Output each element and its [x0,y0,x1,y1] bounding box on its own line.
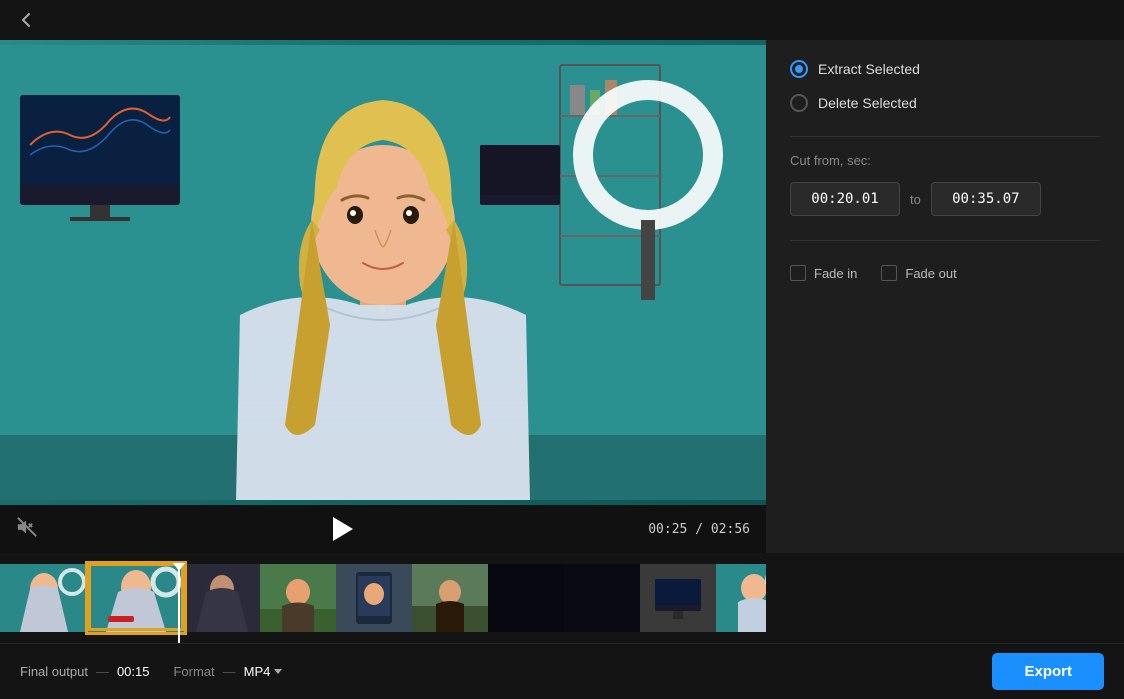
delete-selected-option[interactable]: Delete Selected [790,94,1100,112]
frame-3[interactable] [184,564,260,632]
frame-9[interactable] [640,564,716,632]
fade-in-label: Fade in [814,266,857,281]
fade-out-label: Fade out [905,266,956,281]
format-arrow-icon [274,669,282,674]
final-output-info: Final output — 00:15 Format — MP4 [20,664,282,679]
format-label: Format [173,664,214,679]
format-dash: — [223,664,236,679]
frame-10[interactable] [716,564,766,632]
cut-from-label: Cut from, sec: [790,153,1100,168]
extract-selected-label: Extract Selected [818,61,920,77]
bottom-bar: Final output — 00:15 Format — MP4 Export [0,643,1124,699]
timeline-track [0,563,766,633]
format-select[interactable]: MP4 [244,664,283,679]
option-group: Extract Selected Delete Selected [790,60,1100,137]
video-player [0,40,766,505]
video-controls: 00:25 / 02:56 [0,505,766,553]
mute-button[interactable] [16,516,38,543]
time-start-input[interactable]: 00:20.01 [790,182,900,216]
frame-6[interactable] [412,564,488,632]
time-inputs: 00:20.01 to 00:35.07 [790,182,1100,216]
output-duration: 00:15 [117,664,150,679]
cut-section: Cut from, sec: 00:20.01 to 00:35.07 [790,153,1100,241]
fade-out-checkbox[interactable] [881,265,897,281]
play-button[interactable] [50,517,636,541]
play-icon [333,517,353,541]
fade-out-option[interactable]: Fade out [881,265,956,281]
time-display: 00:25 / 02:56 [648,522,750,537]
playhead [178,563,180,643]
timeline-right-spacer [766,553,1124,643]
video-thumbnail [0,40,766,505]
playhead-triangle [173,563,185,571]
app-container: 00:25 / 02:56 Extract Selected Delete Se… [0,0,1124,699]
delete-radio[interactable] [790,94,808,112]
fade-section: Fade in Fade out [790,257,1100,281]
frame-5[interactable] [336,564,412,632]
timeline-row [0,553,1124,643]
format-value: MP4 [244,664,271,679]
frame-7[interactable] [488,564,564,632]
timeline-area[interactable] [0,553,766,643]
main-content: 00:25 / 02:56 Extract Selected Delete Se… [0,40,1124,553]
fade-in-checkbox[interactable] [790,265,806,281]
frame-1[interactable] [0,564,88,632]
right-panel: Extract Selected Delete Selected Cut fro… [766,40,1124,553]
final-output-label: Final output [20,664,88,679]
delete-selected-label: Delete Selected [818,95,917,111]
extract-selected-option[interactable]: Extract Selected [790,60,1100,78]
frame-4[interactable] [260,564,336,632]
fade-in-option[interactable]: Fade in [790,265,857,281]
to-label: to [910,192,921,207]
top-bar [0,0,1124,40]
extract-radio[interactable] [790,60,808,78]
time-end-input[interactable]: 00:35.07 [931,182,1041,216]
dash: — [96,664,109,679]
radio-dot [795,65,803,73]
frame-8[interactable] [564,564,640,632]
back-button[interactable] [12,6,40,34]
export-button[interactable]: Export [992,653,1104,690]
frame-2[interactable] [88,564,184,632]
video-area: 00:25 / 02:56 [0,40,766,553]
